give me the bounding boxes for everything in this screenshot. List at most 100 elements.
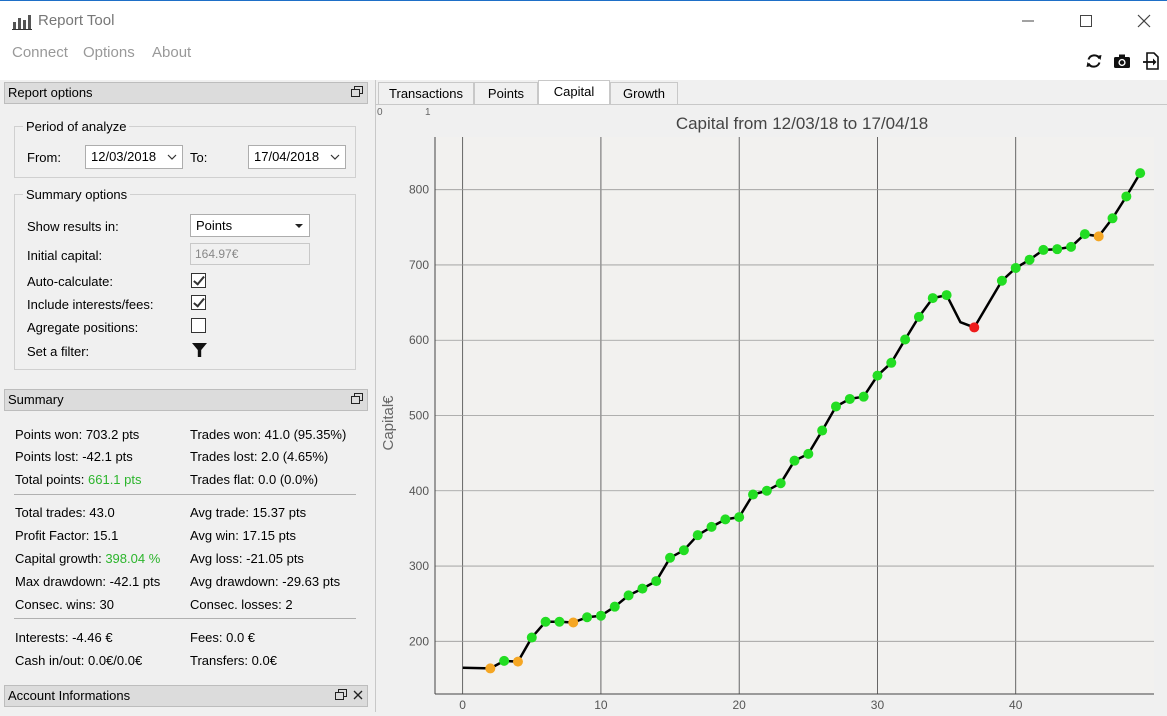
data-point-win	[734, 512, 745, 523]
data-point-win	[748, 489, 759, 500]
data-point-win	[775, 478, 786, 489]
cash-in-out: Cash in/out: 0.0€/0.0€	[15, 653, 143, 668]
y-tick-label: 400	[409, 484, 429, 498]
data-point-win	[582, 612, 593, 623]
tab-capital[interactable]: Capital	[538, 80, 610, 104]
float-dock-button[interactable]	[350, 84, 364, 100]
profit-factor: Profit Factor: 15.1	[15, 528, 119, 543]
data-point-win	[830, 401, 841, 412]
trades-flat: Trades flat: 0.0 (0.0%)	[190, 472, 319, 487]
data-point-win	[803, 448, 814, 459]
data-point-small	[485, 663, 496, 674]
summary-dock-title: Summary	[4, 389, 368, 411]
show-results-select[interactable]: Points	[190, 214, 310, 237]
total-trades: Total trades: 43.0	[15, 505, 115, 520]
total-points: Total points: 661.1 pts	[15, 472, 142, 487]
tab-points[interactable]: Points	[474, 82, 538, 104]
report-options-title: Report options	[8, 85, 93, 100]
tab-transactions[interactable]: Transactions	[378, 82, 474, 104]
toolbar	[1079, 51, 1161, 71]
data-point-small	[512, 656, 523, 667]
data-point-small	[1093, 231, 1104, 242]
export-icon[interactable]	[1141, 51, 1161, 71]
points-lost: Points lost: -42.1 pts	[15, 449, 133, 464]
refresh-icon[interactable]	[1084, 51, 1104, 71]
minimize-button[interactable]	[1018, 11, 1038, 31]
to-date-picker[interactable]: 17/04/2018	[248, 145, 346, 169]
data-point-win	[900, 334, 911, 345]
filter-icon[interactable]	[192, 342, 207, 358]
y-tick-label: 600	[409, 333, 429, 347]
float-dock-button[interactable]	[350, 391, 364, 407]
data-point-win	[1038, 244, 1049, 255]
avg-win: Avg win: 17.15 pts	[190, 528, 296, 543]
maximize-button[interactable]	[1076, 11, 1096, 31]
chart-title: Capital from 12/03/18 to 17/04/18	[676, 114, 928, 133]
account-info-title: Account Informations	[8, 688, 131, 703]
aggregate-positions-checkbox[interactable]	[191, 318, 206, 333]
aggregate-positions-label: Agregate positions:	[27, 320, 139, 335]
consec-wins: Consec. wins: 30	[15, 597, 114, 612]
menu-connect[interactable]: Connect	[12, 44, 68, 61]
data-point-win	[499, 655, 510, 666]
data-point-win	[1121, 191, 1132, 202]
data-point-win	[1079, 229, 1090, 240]
from-date-value: 12/03/2018	[91, 149, 157, 164]
avg-loss: Avg loss: -21.05 pts	[190, 551, 304, 566]
data-point-win	[720, 514, 731, 525]
total-points-value: 661.1 pts	[88, 472, 142, 487]
maximize-icon	[1080, 15, 1092, 27]
from-date-picker[interactable]: 12/03/2018	[85, 145, 183, 169]
avg-trade: Avg trade: 15.37 pts	[190, 505, 307, 520]
close-window-button[interactable]	[1134, 11, 1154, 31]
data-point-win	[913, 311, 924, 322]
data-point-win	[1107, 213, 1118, 224]
data-point-win	[678, 545, 689, 556]
y-tick-label: 300	[409, 559, 429, 573]
report-options-dock-title: Report options	[4, 82, 368, 104]
period-group-title: Period of analyze	[23, 119, 130, 134]
data-point-win	[595, 610, 606, 621]
menu-options[interactable]: Options	[83, 44, 135, 61]
data-point-win	[886, 357, 897, 368]
data-point-win	[1010, 262, 1021, 273]
x-tick-label: 20	[733, 698, 747, 712]
initial-capital-field[interactable]: 164.97€	[190, 243, 310, 265]
data-point-win	[540, 616, 551, 627]
chevron-down-icon	[167, 146, 177, 176]
data-point-win	[651, 576, 662, 587]
set-filter-label: Set a filter:	[27, 344, 90, 359]
close-icon	[353, 690, 363, 700]
show-results-value: Points	[196, 218, 233, 233]
data-point-loss	[969, 322, 980, 333]
y-tick-label: 500	[409, 409, 429, 423]
menu-about[interactable]: About	[152, 44, 191, 61]
trades-won: Trades won: 41.0 (95.35%)	[190, 427, 347, 442]
fees: Fees: 0.0 €	[190, 630, 256, 645]
window-title: Report Tool	[38, 12, 115, 29]
close-dock-button[interactable]	[351, 687, 365, 703]
tab-growth[interactable]: Growth	[610, 82, 678, 104]
camera-icon[interactable]	[1112, 51, 1132, 71]
caret-down-icon	[294, 215, 304, 244]
right-panel: Transactions Points Capital Growth 0 1 C…	[375, 80, 1167, 712]
capital-chart[interactable]: 0 1 Capital from 12/03/18 to 17/04/18 Ca…	[376, 105, 1167, 713]
float-dock-button[interactable]	[334, 687, 348, 703]
period-group: Period of analyze From: 12/03/2018 To: 1…	[14, 119, 356, 178]
auto-calculate-label: Auto-calculate:	[27, 274, 113, 289]
ruler-label: 1	[425, 107, 431, 118]
data-point-win	[872, 370, 883, 381]
data-point-win	[554, 616, 565, 627]
trades-lost: Trades lost: 2.0 (4.65%)	[190, 449, 329, 464]
total-points-label: Total points:	[15, 472, 88, 487]
data-point-win	[637, 583, 648, 594]
left-panel: Report options Period of analyze From: 1…	[0, 80, 374, 712]
data-point-win	[1135, 168, 1146, 179]
chart-area: 0 1 Capital from 12/03/18 to 17/04/18 Ca…	[376, 104, 1167, 712]
data-point-win	[927, 293, 938, 304]
include-interests-checkbox[interactable]	[191, 295, 206, 310]
show-results-label: Show results in:	[27, 219, 119, 234]
auto-calculate-checkbox[interactable]	[191, 273, 206, 288]
to-date-value: 17/04/2018	[254, 149, 320, 164]
summary-title: Summary	[8, 392, 64, 407]
